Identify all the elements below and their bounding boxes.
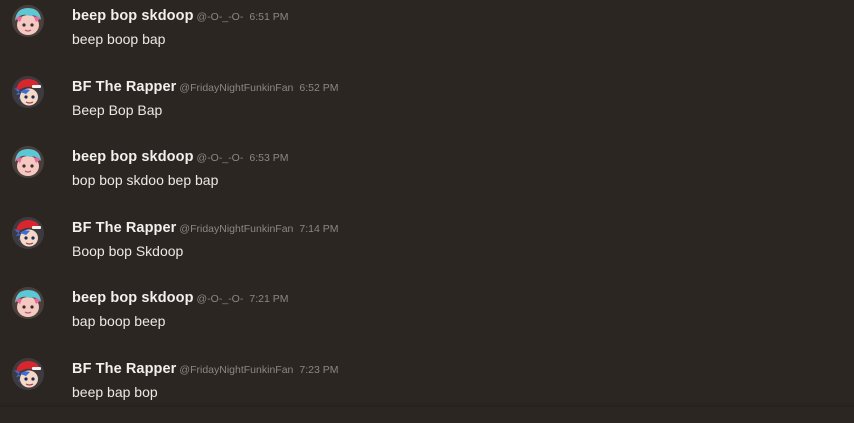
message-header: beep bop skdoop @-O-_-O- 6:53 PM [72, 148, 288, 167]
pink-hair-avatar-icon[interactable] [12, 287, 44, 319]
timestamp: 7:14 PM [299, 223, 339, 235]
username[interactable]: beep bop skdoop [72, 149, 194, 165]
message-header: beep bop skdoop @-O-_-O- 7:21 PM [72, 289, 288, 308]
message-header: BF The Rapper @FridayNightFunkinFan 6:52 P… [72, 78, 338, 97]
message-item[interactable]: beep bop skdoop @-O-_-O- 6:53 PM bop bop sk… [0, 141, 854, 211]
user-handle: @-O-_-O- [196, 293, 244, 305]
timestamp: 7:23 PM [299, 364, 339, 376]
pink-hair-avatar-icon[interactable] [12, 5, 44, 37]
message-item[interactable]: BF The Rapper @FridayNightFunkinFan 7:14 P… [0, 212, 854, 282]
timestamp: 6:51 PM [249, 11, 289, 23]
message-text: bap boop beep [72, 313, 166, 329]
message-header: beep bop skdoop @-O-_-O- 6:51 PM [72, 7, 288, 26]
message-text: beep boop bap [72, 31, 166, 47]
message-text: bop bop skdoo bep bap [72, 172, 219, 188]
message-item[interactable]: BF The Rapper @FridayNightFunkinFan 6:52 P… [0, 71, 854, 141]
message-header: BF The Rapper @FridayNightFunkinFan 7:14 P… [72, 219, 338, 238]
message-text: Beep Bop Bap [72, 102, 163, 118]
message-feed: beep bop skdoop @-O-_-O- 6:51 PM beep boop … [0, 0, 854, 407]
blue-hair-red-cap-avatar-icon[interactable] [12, 358, 44, 390]
username[interactable]: BF The Rapper [72, 361, 176, 377]
message-text: beep bap bop [72, 384, 158, 400]
username[interactable]: BF The Rapper [72, 220, 176, 236]
blue-hair-red-cap-avatar-icon[interactable] [12, 217, 44, 249]
user-handle: @FridayNightFunkinFan [179, 364, 294, 376]
timestamp: 7:21 PM [249, 293, 289, 305]
timestamp: 6:53 PM [249, 152, 289, 164]
pink-hair-avatar-icon[interactable] [12, 146, 44, 178]
user-handle: @-O-_-O- [196, 152, 244, 164]
username[interactable]: beep bop skdoop [72, 290, 194, 306]
user-handle: @-O-_-O- [196, 11, 244, 23]
message-item[interactable]: beep bop skdoop @-O-_-O- 6:51 PM beep boop … [0, 0, 854, 70]
timestamp: 6:52 PM [299, 82, 339, 94]
user-handle: @FridayNightFunkinFan [179, 223, 294, 235]
feed-bottom-fade [0, 401, 854, 407]
username[interactable]: beep bop skdoop [72, 8, 194, 24]
message-header: BF The Rapper @FridayNightFunkinFan 7:23 P… [72, 360, 338, 379]
blue-hair-red-cap-avatar-icon[interactable] [12, 76, 44, 108]
message-item[interactable]: beep bop skdoop @-O-_-O- 7:21 PM bap boop b… [0, 282, 854, 352]
message-item[interactable]: BF The Rapper @FridayNightFunkinFan 7:23 P… [0, 353, 854, 423]
message-text: Boop bop Skdoop [72, 243, 184, 259]
user-handle: @FridayNightFunkinFan [179, 82, 294, 94]
username[interactable]: BF The Rapper [72, 79, 176, 95]
